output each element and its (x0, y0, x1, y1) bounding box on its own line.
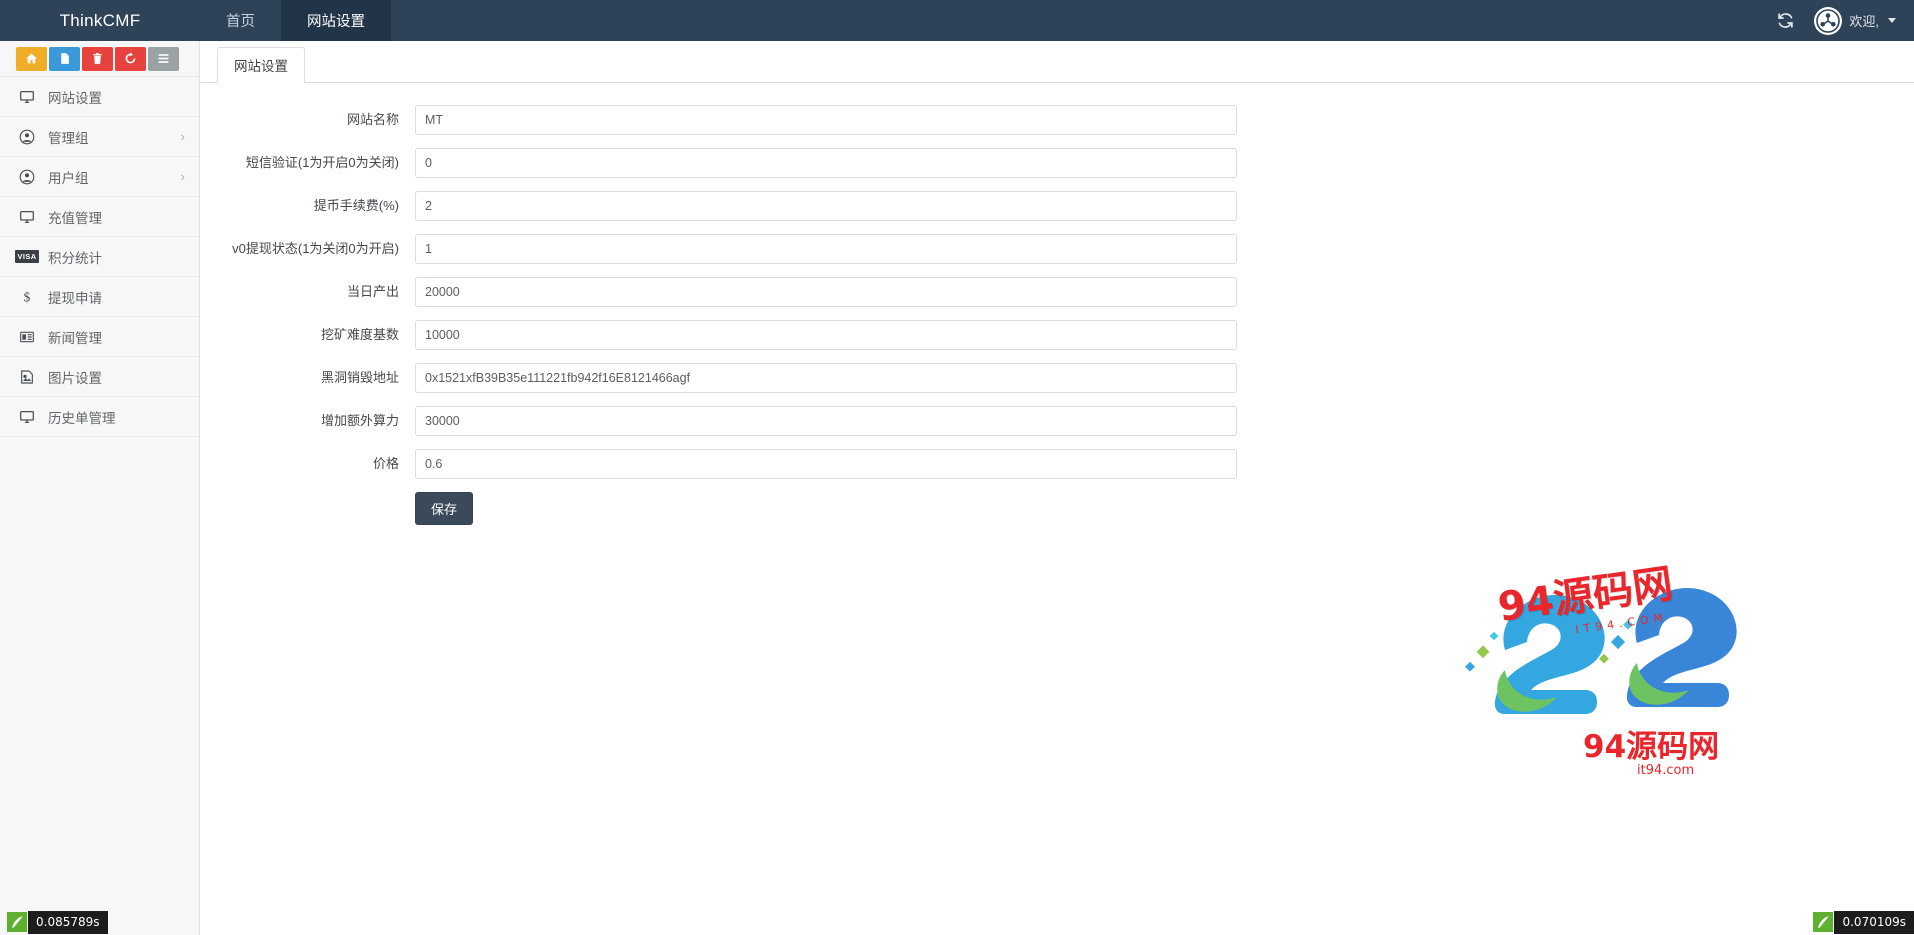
sidebar-item-label: 图片设置 (48, 370, 102, 386)
sidebar-item-label: 新闻管理 (48, 330, 102, 346)
home-tool-button[interactable] (16, 46, 47, 71)
input-withdraw-fee[interactable] (415, 191, 1237, 221)
form-row-v0-withdraw-status: v0提现状态(1为关闭0为开启) (201, 234, 1914, 264)
label-extra-hashrate: 增加额外算力 (320, 413, 399, 428)
label-mining-difficulty-base: 挖矿难度基数 (320, 327, 399, 342)
news-icon (16, 328, 38, 346)
sidebar-item-site-settings[interactable]: 网站设置 (0, 77, 199, 117)
sidebar-item-user-group[interactable]: 用户组 › (0, 157, 199, 197)
form-row-price: 价格 (201, 449, 1914, 479)
chevron-right-icon: › (180, 169, 185, 184)
label-price: 价格 (372, 456, 399, 471)
label-blackhole-burn-address: 黑洞销毁地址 (320, 370, 399, 385)
refresh-tool-button[interactable] (115, 46, 146, 71)
sidebar: 网站设置 管理组 › 用户组 › 充值管理 VISA 积分统计 $ 提现申请 新… (0, 41, 200, 935)
sidebar-menu: 网站设置 管理组 › 用户组 › 充值管理 VISA 积分统计 $ 提现申请 新… (0, 77, 199, 437)
form-row-site-name: 网站名称 (201, 105, 1914, 135)
form-row-mining-difficulty-base: 挖矿难度基数 (201, 320, 1914, 350)
sidebar-item-label: 充值管理 (48, 210, 102, 226)
label-sms-verification: 短信验证(1为开启0为关闭) (245, 155, 399, 170)
chevron-right-icon: › (180, 129, 185, 144)
input-extra-hashrate[interactable] (415, 406, 1237, 436)
site-settings-form: 网站名称 短信验证(1为开启0为关闭) 提币手续费(%) v0提现状态(1为关闭… (201, 83, 1914, 525)
svg-text:$: $ (24, 289, 31, 304)
welcome-text: 欢迎, (1849, 14, 1879, 29)
nav-item-home[interactable]: 首页 (200, 0, 281, 41)
image-icon (16, 368, 38, 386)
label-daily-output: 当日产出 (346, 284, 399, 299)
label-site-name: 网站名称 (346, 112, 399, 127)
dollar-icon: $ (16, 288, 38, 306)
form-row-withdraw-fee: 提币手续费(%) (201, 191, 1914, 221)
nav-item-site-settings[interactable]: 网站设置 (281, 0, 391, 41)
user-circle-icon (16, 168, 38, 186)
sidebar-toolbar (0, 41, 199, 77)
monitor-icon (16, 208, 38, 226)
save-button[interactable]: 保存 (415, 492, 474, 525)
debug-bar-right: 0.070109s (1812, 909, 1914, 935)
label-withdraw-fee: 提币手续费(%) (313, 198, 399, 213)
input-site-name[interactable] (415, 105, 1237, 135)
sidebar-item-label: 积分统计 (48, 250, 102, 266)
input-price[interactable] (415, 449, 1237, 479)
thinkphp-leaf-icon[interactable] (1812, 911, 1834, 933)
nav-items: 首页 网站设置 (200, 0, 391, 41)
label-v0-withdraw-status: v0提现状态(1为关闭0为开启) (232, 241, 399, 256)
file-tool-button[interactable] (49, 46, 80, 71)
monitor-icon (16, 88, 38, 106)
form-actions: 保存 (201, 492, 1914, 525)
sidebar-item-image-settings[interactable]: 图片设置 (0, 357, 199, 397)
debug-bar-left: 0.085789s (6, 909, 108, 935)
input-v0-withdraw-status[interactable] (415, 234, 1237, 264)
user-menu[interactable]: 欢迎, (1814, 6, 1896, 35)
sidebar-item-recharge-management[interactable]: 充值管理 (0, 197, 199, 237)
sidebar-item-withdraw-request[interactable]: $ 提现申请 (0, 277, 199, 317)
sidebar-item-points-statistics[interactable]: VISA 积分统计 (0, 237, 199, 277)
thinkphp-leaf-icon[interactable] (6, 911, 28, 933)
sidebar-item-label: 管理组 (48, 130, 89, 146)
tab-site-settings[interactable]: 网站设置 (217, 47, 305, 83)
input-sms-verification[interactable] (415, 148, 1237, 178)
sidebar-item-label: 提现申请 (48, 290, 102, 306)
navbar-right: 欢迎, (1772, 0, 1914, 41)
sidebar-item-label: 历史单管理 (48, 410, 116, 426)
visa-icon: VISA (15, 250, 39, 263)
form-row-daily-output: 当日产出 (201, 277, 1914, 307)
tab-bar: 网站设置 (201, 41, 1914, 83)
input-mining-difficulty-base[interactable] (415, 320, 1237, 350)
input-daily-output[interactable] (415, 277, 1237, 307)
user-circle-icon (16, 128, 38, 146)
sidebar-item-history-order-management[interactable]: 历史单管理 (0, 397, 199, 437)
form-row-sms-verification: 短信验证(1为开启0为关闭) (201, 148, 1914, 178)
caret-down-icon (1888, 18, 1896, 23)
monitor-icon (16, 408, 38, 426)
form-row-extra-hashrate: 增加额外算力 (201, 406, 1914, 436)
list-tool-button[interactable] (148, 46, 179, 71)
refresh-icon[interactable] (1772, 8, 1798, 34)
sidebar-item-label: 网站设置 (48, 90, 102, 106)
brand-logo[interactable]: ThinkCMF (0, 0, 200, 41)
trash-tool-button[interactable] (82, 46, 113, 71)
sidebar-item-news-management[interactable]: 新闻管理 (0, 317, 199, 357)
sidebar-item-admin-group[interactable]: 管理组 › (0, 117, 199, 157)
avatar (1814, 6, 1843, 35)
input-blackhole-burn-address[interactable] (415, 363, 1237, 393)
main-content: 网站设置 网站名称 短信验证(1为开启0为关闭) 提币手续费(%) v0提现状态… (201, 41, 1914, 935)
debug-time-left: 0.085789s (28, 910, 108, 934)
form-row-blackhole-burn-address: 黑洞销毁地址 (201, 363, 1914, 393)
debug-time-right: 0.070109s (1834, 910, 1914, 934)
sidebar-item-label: 用户组 (48, 170, 89, 186)
top-navbar: ThinkCMF 首页 网站设置 欢迎, (0, 0, 1914, 41)
form-actions-spacer (201, 492, 415, 525)
